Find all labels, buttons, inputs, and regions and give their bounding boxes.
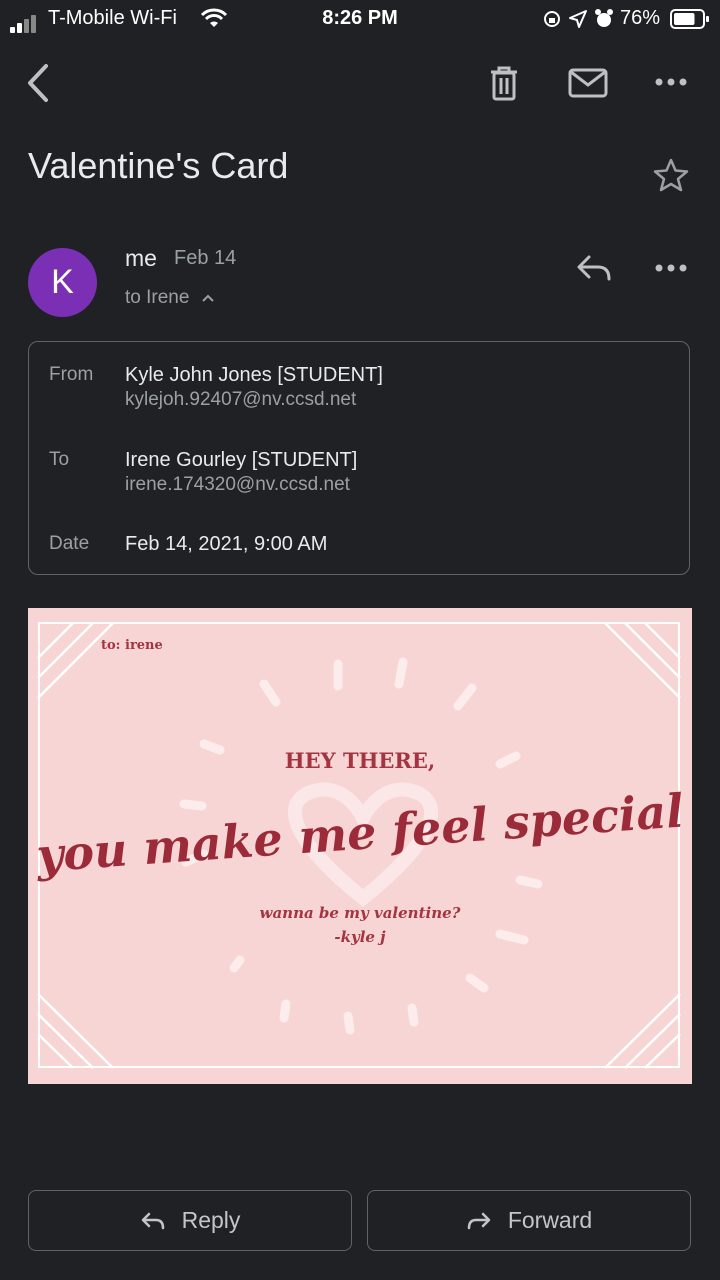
forward-icon [467,1212,491,1229]
to-email[interactable]: irene.174320@nv.ccsd.net [125,474,350,496]
delete-button[interactable] [488,64,520,102]
recipients-toggle[interactable]: to Irene [125,287,215,309]
card-recipient: to: irene [101,638,163,653]
mark-unread-button[interactable] [568,68,608,98]
orientation-lock-icon [542,9,562,35]
sender-name: me [125,245,157,271]
card-headline: HEY THERE, [284,748,436,773]
reply-icon [141,1212,164,1229]
more-horizontal-icon [655,78,687,86]
card-question: wanna be my valentine? [259,904,461,922]
star-button[interactable] [652,157,690,193]
battery-percent: 76% [620,7,661,29]
valentine-card-image[interactable]: to: irene HEY THERE, you make me feel sp… [28,608,692,1084]
star-icon [653,158,689,192]
more-options-button[interactable] [654,74,688,90]
email-date: Feb 14 [174,247,237,269]
recipients-label: to Irene [125,287,190,308]
battery-icon [670,8,710,36]
from-label: From [49,364,94,385]
mail-icon [568,68,608,98]
reply-icon [577,255,611,281]
card-signature: -kyle j [334,928,386,946]
trash-icon [491,66,517,101]
date-label: Date [49,533,90,554]
email-subject: Valentine's Card [28,145,289,186]
from-email[interactable]: kylejoh.92407@nv.ccsd.net [125,389,356,411]
to-label: To [49,449,70,470]
date-value: Feb 14, 2021, 9:00 AM [125,533,328,555]
to-name: Irene Gourley [STUDENT] [125,449,358,471]
forward-label: Forward [507,1207,593,1233]
message-details: From Kyle John Jones [STUDENT] kylejoh.9… [28,341,690,575]
chevron-left-icon [28,64,48,102]
reply-button[interactable]: Reply [28,1190,352,1251]
chevron-up-icon [202,294,214,302]
from-name: Kyle John Jones [STUDENT] [125,364,383,386]
reply-label: Reply [181,1207,241,1233]
reply-icon-button[interactable] [576,254,612,282]
more-horizontal-icon [655,264,687,272]
alarm-icon [594,8,614,36]
message-more-button[interactable] [654,260,688,276]
status-bar: T-Mobile Wi-Fi 8:26 PM 76% [0,0,720,38]
avatar[interactable]: K [28,248,97,317]
location-icon [568,9,588,35]
back-button[interactable] [24,62,54,104]
forward-button[interactable]: Forward [367,1190,691,1251]
